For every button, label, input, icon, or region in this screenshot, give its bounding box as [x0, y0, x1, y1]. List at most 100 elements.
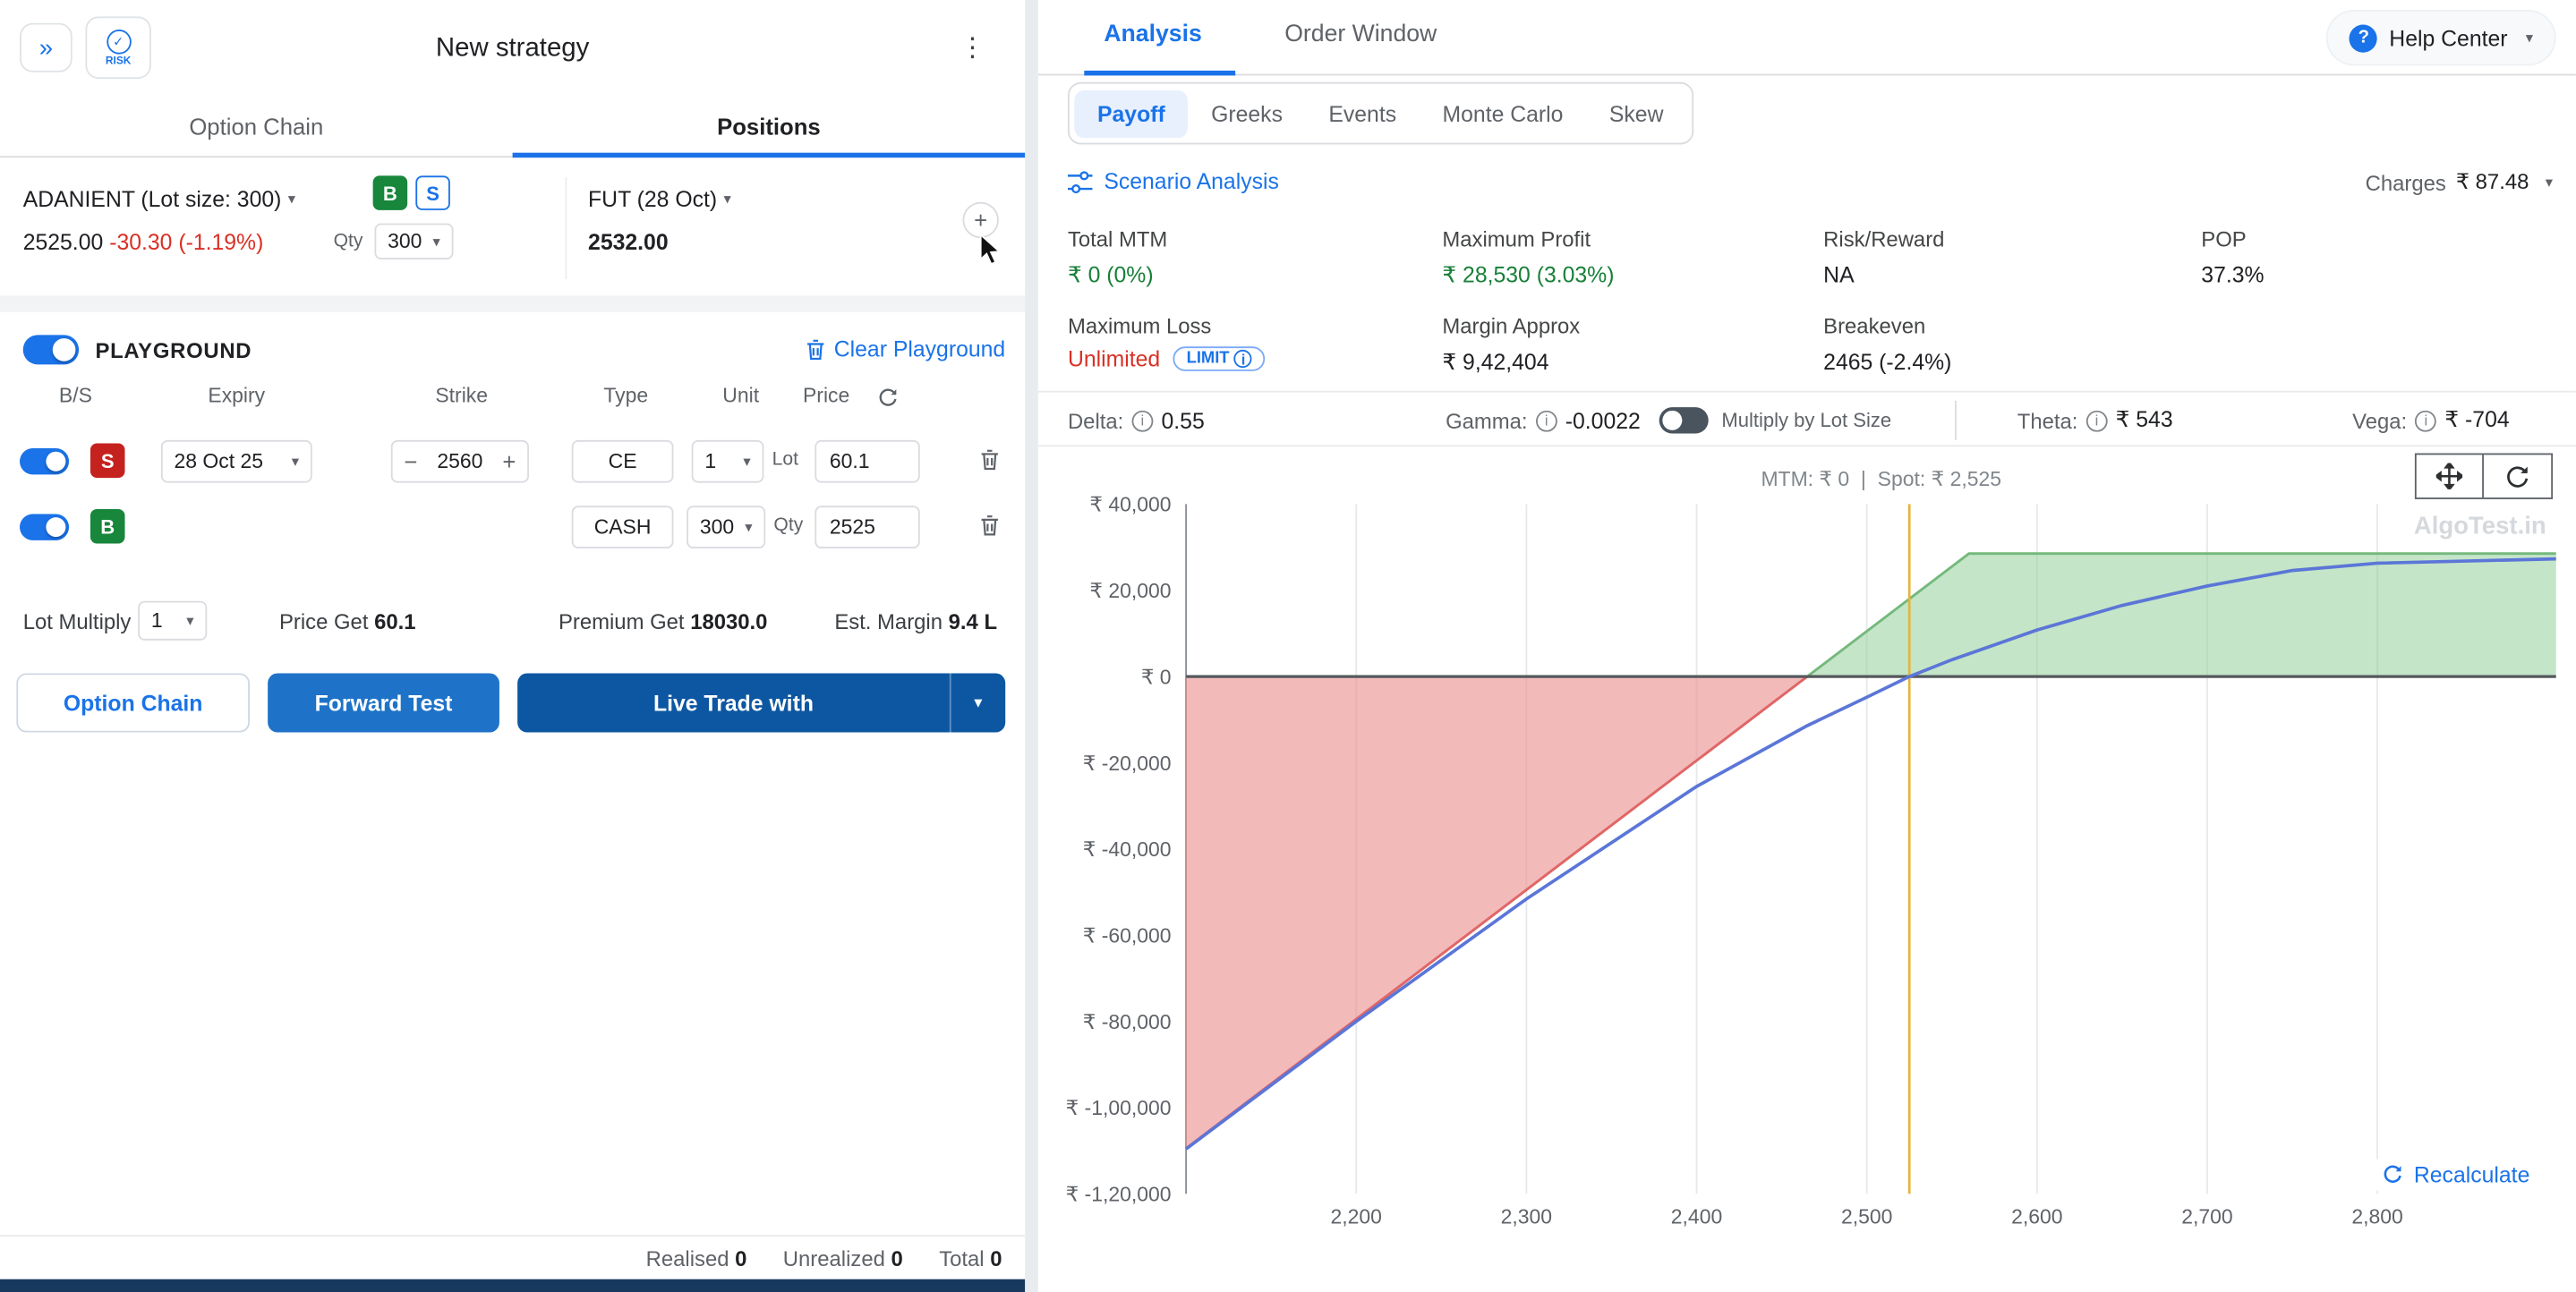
svg-text:2,400: 2,400	[1671, 1204, 1722, 1228]
leg-side-badge[interactable]: B	[90, 509, 125, 544]
sell-badge[interactable]: S	[415, 175, 450, 210]
leg-row-2: B CASH 300▾ Qty	[0, 503, 1025, 552]
strategy-builder-panel: » ✓ RISK New strategy ⋮ Option Chain Pos…	[0, 0, 1025, 1292]
svg-text:2,200: 2,200	[1331, 1204, 1382, 1228]
leg-toggle[interactable]	[20, 448, 69, 474]
trash-icon	[805, 337, 826, 361]
delete-leg-icon[interactable]	[979, 448, 1001, 472]
subtab-payoff[interactable]: Payoff	[1074, 89, 1188, 137]
qty-select[interactable]: 300▾	[374, 224, 453, 259]
tab-option-chain[interactable]: Option Chain	[0, 95, 513, 157]
metric-value: 37.3%	[2201, 263, 2264, 288]
metric-label: Maximum Profit	[1442, 226, 1591, 251]
kebab-menu-icon[interactable]: ⋮	[960, 31, 985, 64]
scenario-row: Scenario Analysis Charges ₹ 87.48 ▾	[1038, 165, 2576, 208]
pnl-footer: Realised 0 Unrealized 0 Total 0	[0, 1235, 1025, 1279]
subtab-greeks[interactable]: Greeks	[1188, 89, 1305, 137]
lot-size-toggle[interactable]	[1659, 407, 1709, 433]
forward-test-button[interactable]: Forward Test	[268, 673, 499, 732]
info-icon[interactable]: i	[1536, 410, 1557, 431]
strike-stepper: − 2560 +	[391, 440, 529, 483]
strike-increment-button[interactable]: +	[491, 448, 527, 474]
unit-select[interactable]: 300▾	[687, 506, 765, 548]
realised-pnl: Realised 0	[646, 1246, 747, 1271]
payoff-chart[interactable]: 2,2002,3002,4002,5002,6002,7002,800₹ 40,…	[1064, 473, 2563, 1258]
price-input-wrap	[815, 440, 919, 483]
live-trade-button[interactable]: Live Trade with ▾	[517, 673, 1005, 732]
chevron-down-icon: ▾	[2546, 174, 2553, 191]
refresh-prices-icon[interactable]	[877, 387, 899, 409]
metric-label: Risk/Reward	[1823, 226, 1944, 251]
chevron-down-icon: ▾	[743, 453, 750, 471]
help-icon: ?	[2350, 24, 2377, 52]
metric-value: ₹ 28,530 (3.03%)	[1442, 263, 1614, 289]
lot-size-toggle-label: Multiply by Lot Size	[1721, 409, 1891, 432]
greeks-bar: Delta:i0.55 Gamma:i-0.0022 Multiply by L…	[1038, 391, 2576, 446]
instrument-select[interactable]: ADANIENT (Lot size: 300)▾	[23, 187, 295, 212]
tab-analysis[interactable]: Analysis	[1104, 21, 1201, 47]
left-tabs: Option Chain Positions	[0, 95, 1025, 157]
chevron-down-icon: ▾	[2526, 29, 2533, 47]
leg-side-badge[interactable]: S	[90, 444, 125, 479]
info-icon[interactable]: i	[2415, 410, 2436, 431]
unit-select[interactable]: 1▾	[692, 440, 764, 483]
gamma-greek: Gamma:i-0.0022	[1446, 393, 1641, 448]
future-select[interactable]: FUT (28 Oct)▾	[588, 187, 731, 212]
clear-playground-button[interactable]: Clear Playground	[805, 336, 1005, 361]
price-get: Price Get 60.1	[279, 609, 416, 634]
info-icon[interactable]: i	[2086, 410, 2108, 431]
svg-text:₹ 20,000: ₹ 20,000	[1089, 579, 1171, 602]
premium-get: Premium Get 18030.0	[559, 609, 767, 634]
vertical-divider	[1955, 401, 1957, 440]
analysis-subtabs: Payoff Greeks Events Monte Carlo Skew	[1068, 82, 1693, 145]
strategy-title: New strategy	[0, 35, 1025, 64]
price-input[interactable]	[815, 506, 919, 548]
unit-suffix: Lot	[772, 450, 798, 470]
analysis-panel: Analysis Order Window ? Help Center ▾ Pa…	[1038, 0, 2576, 1292]
expiry-select[interactable]: 28 Oct 25▾	[161, 440, 312, 483]
live-trade-dropdown[interactable]: ▾	[950, 673, 1005, 732]
col-type: Type	[576, 384, 675, 407]
chevron-down-icon: ▾	[433, 233, 440, 251]
option-chain-button[interactable]: Option Chain	[16, 673, 250, 732]
strike-decrement-button[interactable]: −	[393, 448, 429, 474]
buy-badge[interactable]: B	[373, 175, 408, 210]
charges-dropdown[interactable]: Charges ₹ 87.48 ▾	[2366, 169, 2553, 195]
scenario-analysis-button[interactable]: Scenario Analysis	[1068, 169, 1279, 194]
chevron-down-icon: ▾	[292, 453, 299, 471]
mouse-cursor	[979, 234, 1002, 267]
chevron-down-icon: ▾	[723, 191, 730, 208]
instrument-price: 2525.00 -30.30 (-1.19%)	[23, 230, 264, 255]
svg-text:2,800: 2,800	[2351, 1204, 2402, 1228]
price-input[interactable]	[815, 440, 919, 483]
col-bs: B/S	[46, 384, 105, 407]
svg-text:₹ -80,000: ₹ -80,000	[1083, 1010, 1172, 1033]
subtab-monte-carlo[interactable]: Monte Carlo	[1420, 89, 1586, 137]
section-divider	[0, 295, 1025, 311]
chevron-down-icon: ▾	[974, 693, 982, 711]
playground-header: PLAYGROUND Clear Playground	[0, 325, 1025, 374]
delete-leg-icon[interactable]	[979, 514, 1001, 537]
help-center-button[interactable]: ? Help Center ▾	[2327, 10, 2556, 65]
right-topbar: Analysis Order Window ? Help Center ▾	[1038, 0, 2576, 75]
future-price: 2532.00	[588, 230, 669, 255]
option-type-button[interactable]: CE	[572, 440, 674, 483]
metrics-grid: Total MTM ₹ 0 (0%) Maximum Profit ₹ 28,5…	[1068, 217, 2556, 384]
subtab-skew[interactable]: Skew	[1586, 89, 1686, 137]
svg-text:2,600: 2,600	[2011, 1204, 2062, 1228]
vega-greek: Vega:i₹ -704	[2352, 393, 2510, 448]
recalculate-button[interactable]: Recalculate	[2376, 1160, 2537, 1191]
lot-multiply-select[interactable]: 1▾	[138, 601, 207, 641]
playground-toggle[interactable]	[23, 335, 79, 364]
subtab-events[interactable]: Events	[1306, 89, 1420, 137]
tab-positions[interactable]: Positions	[513, 95, 1026, 157]
col-strike: Strike	[404, 384, 518, 407]
svg-text:₹ -60,000: ₹ -60,000	[1083, 923, 1172, 947]
option-type-button[interactable]: CASH	[572, 506, 674, 548]
svg-text:2,500: 2,500	[1841, 1204, 1892, 1228]
info-icon[interactable]: i	[1131, 410, 1153, 431]
limit-badge[interactable]: LIMITi	[1173, 346, 1266, 371]
tab-order-window[interactable]: Order Window	[1284, 21, 1437, 47]
leg-toggle[interactable]	[20, 514, 69, 540]
qty-label: Qty	[334, 232, 363, 251]
